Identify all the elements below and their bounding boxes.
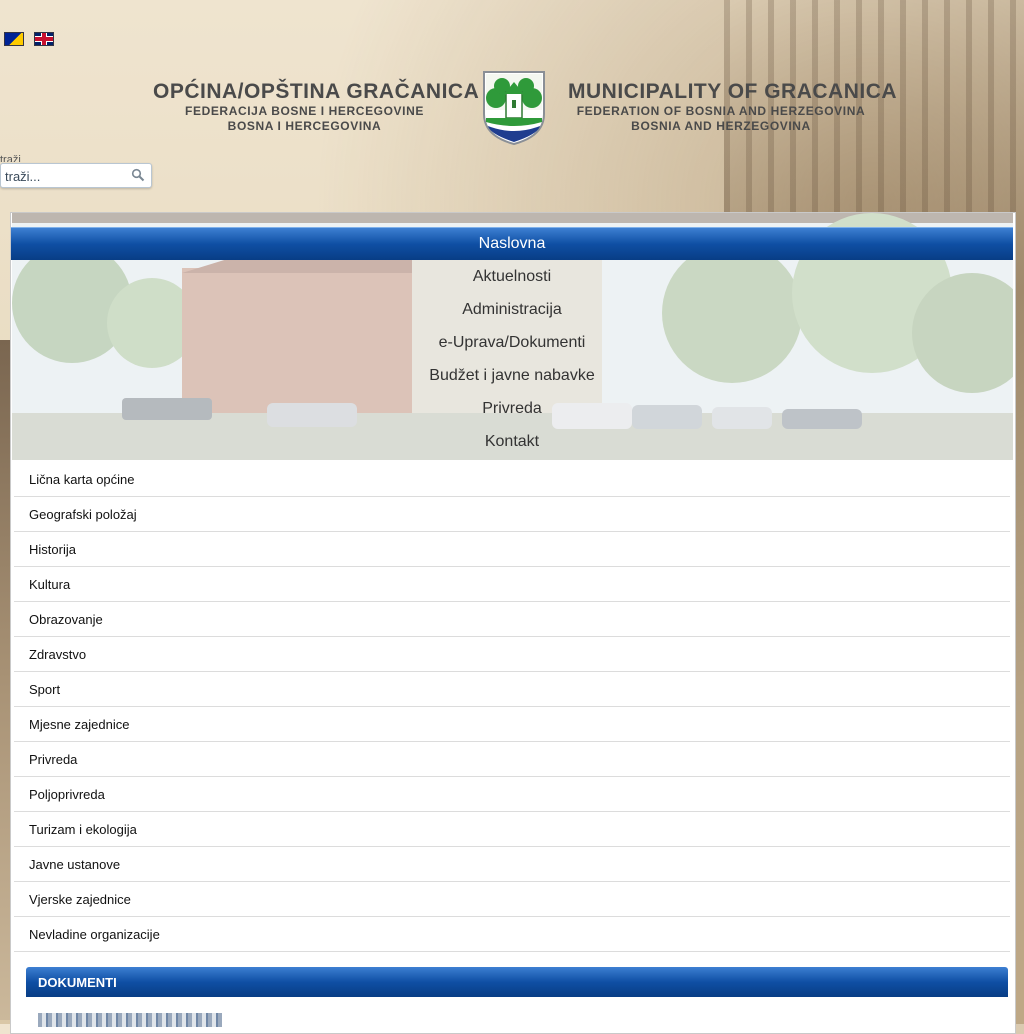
menu-item-obrazovanje[interactable]: Obrazovanje xyxy=(14,602,1010,637)
top-navigation: Naslovna Aktuelnosti Administracija e-Up… xyxy=(11,227,1013,458)
menu-item-turizam[interactable]: Turizam i ekologija xyxy=(14,812,1010,847)
header-local-title-block: OPĆINA/OPŠTINA GRAČANICA FEDERACIJA BOSN… xyxy=(153,80,480,134)
nav-item-naslovna[interactable]: Naslovna xyxy=(11,227,1013,260)
menu-item-geografski-polozaj[interactable]: Geografski položaj xyxy=(14,497,1010,532)
header-local-title: OPĆINA/OPŠTINA GRAČANICA xyxy=(153,80,480,103)
nav-item-privreda[interactable]: Privreda xyxy=(11,392,1013,425)
nav-item-kontakt[interactable]: Kontakt xyxy=(11,425,1013,458)
menu-item-nevladine-organizacije[interactable]: Nevladine organizacije xyxy=(14,917,1010,952)
header-english-title-block: MUNICIPALITY OF GRACANICA FEDERATION OF … xyxy=(568,80,898,134)
menu-item-sport[interactable]: Sport xyxy=(14,672,1010,707)
search-box xyxy=(0,163,152,188)
header-english-line1: FEDERATION OF BOSNIA AND HERZEGOVINA xyxy=(576,104,866,118)
menu-item-kultura[interactable]: Kultura xyxy=(14,567,1010,602)
search-input[interactable] xyxy=(3,167,131,185)
main-panel: Naslovna Aktuelnosti Administracija e-Up… xyxy=(10,212,1016,1034)
menu-item-vjerske-zajednice[interactable]: Vjerske zajednice xyxy=(14,882,1010,917)
side-menu: Lična karta općine Geografski položaj Hi… xyxy=(14,462,1010,952)
header-english-line2: BOSNIA AND HERZEGOVINA xyxy=(631,119,811,133)
language-switcher xyxy=(4,32,54,46)
menu-item-licna-karta[interactable]: Lična karta općine xyxy=(14,462,1010,497)
header-english-title: MUNICIPALITY OF GRACANICA xyxy=(568,80,898,103)
menu-item-privreda[interactable]: Privreda xyxy=(14,742,1010,777)
menu-item-historija[interactable]: Historija xyxy=(14,532,1010,567)
search-label: traži xyxy=(0,154,21,162)
menu-item-mjesne-zajednice[interactable]: Mjesne zajednice xyxy=(14,707,1010,742)
english-flag-icon[interactable] xyxy=(34,32,54,46)
menu-item-poljoprivreda[interactable]: Poljoprivreda xyxy=(14,777,1010,812)
nav-item-budzet[interactable]: Budžet i javne nabavke xyxy=(11,359,1013,392)
nav-item-aktuelnosti[interactable]: Aktuelnosti xyxy=(11,260,1013,293)
bosnian-flag-icon[interactable] xyxy=(4,32,24,46)
site-header: OPĆINA/OPŠTINA GRAČANICA FEDERACIJA BOSN… xyxy=(0,66,1024,156)
nav-item-e-uprava[interactable]: e-Uprava/Dokumenti xyxy=(11,326,1013,359)
dokumenti-section-header: DOKUMENTI xyxy=(26,967,1008,997)
nav-item-administracija[interactable]: Administracija xyxy=(11,293,1013,326)
header-local-line2: BOSNA I HERCEGOVINA xyxy=(227,119,382,133)
dokumenti-thumbnail-image[interactable] xyxy=(38,1013,222,1027)
menu-item-javne-ustanove[interactable]: Javne ustanove xyxy=(14,847,1010,882)
header-local-line1: FEDERACIJA BOSNE I HERCEGOVINE xyxy=(185,104,424,118)
municipality-crest-logo[interactable] xyxy=(482,70,546,146)
search-icon[interactable] xyxy=(131,168,145,182)
menu-item-zdravstvo[interactable]: Zdravstvo xyxy=(14,637,1010,672)
